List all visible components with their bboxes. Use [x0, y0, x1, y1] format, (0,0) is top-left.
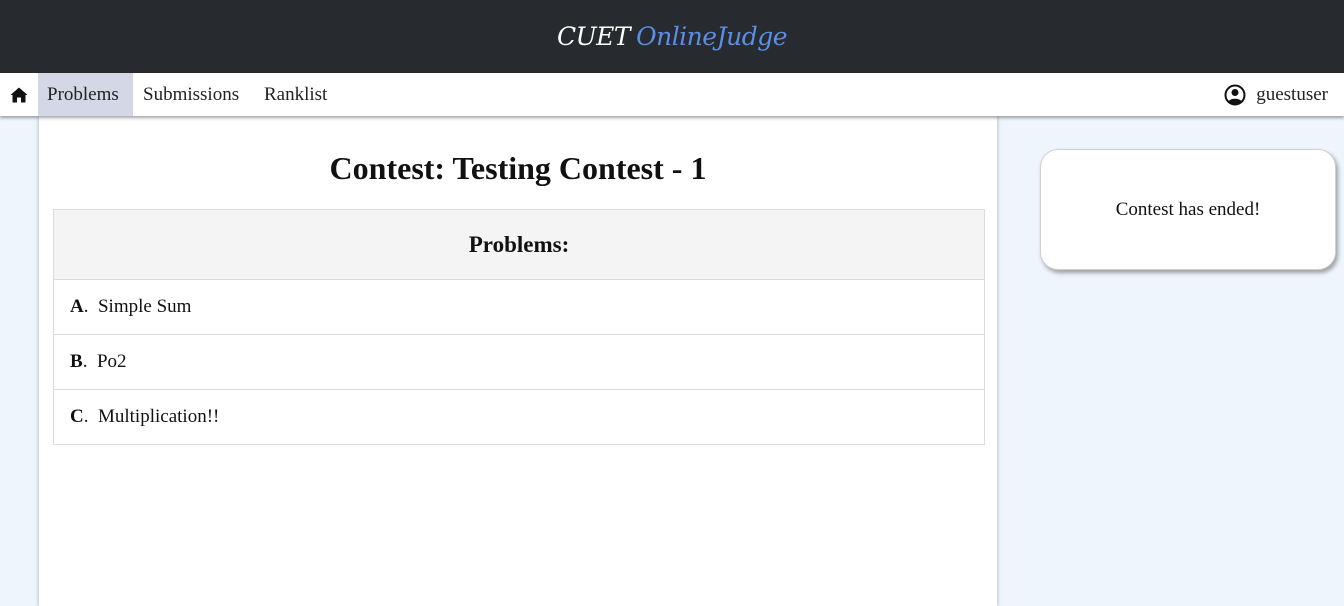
nav-bar: Problems Submissions Ranklist guestuser — [0, 73, 1344, 116]
problem-name[interactable]: Simple Sum — [98, 296, 191, 318]
nav-item-submissions[interactable]: Submissions — [134, 73, 248, 116]
home-icon — [10, 87, 28, 102]
problems-table: Problems: A. Simple Sum B. Po2 C. Multip… — [53, 209, 985, 445]
table-row[interactable]: C. Multiplication!! — [54, 390, 984, 444]
nav-item-ranklist[interactable]: Ranklist — [255, 73, 336, 116]
user-circle-icon — [1224, 84, 1246, 105]
site-logo[interactable]: CUET OnlineJudge — [556, 22, 788, 51]
problem-id: B — [70, 351, 83, 372]
contest-panel: Contest: Testing Contest - 1 Problems: A… — [39, 116, 997, 606]
nav-item-problems[interactable]: Problems — [38, 73, 133, 116]
problem-id-separator: . — [83, 296, 89, 317]
problem-id: A — [70, 296, 84, 317]
top-header: CUET OnlineJudge — [0, 0, 1344, 73]
logo-part-onlinejudge: OnlineJudge — [636, 22, 788, 51]
problems-table-header: Problems: — [54, 210, 984, 280]
username: guestuser — [1256, 83, 1328, 105]
user-menu[interactable]: guestuser — [1224, 73, 1328, 116]
problem-id-separator: . — [82, 351, 88, 372]
contest-status-text: Contest has ended! — [1115, 198, 1261, 220]
problem-id: C — [70, 406, 84, 427]
contest-status-card: Contest has ended! — [1040, 149, 1336, 270]
problem-name[interactable]: Po2 — [97, 351, 127, 373]
table-row[interactable]: B. Po2 — [54, 335, 984, 390]
problem-name[interactable]: Multiplication!! — [98, 406, 219, 428]
page-title: Contest: Testing Contest - 1 — [329, 150, 707, 186]
problem-id-separator: . — [83, 406, 89, 427]
home-button[interactable] — [0, 73, 38, 116]
logo-part-cuet: CUET — [556, 22, 631, 51]
table-row[interactable]: A. Simple Sum — [54, 280, 984, 335]
